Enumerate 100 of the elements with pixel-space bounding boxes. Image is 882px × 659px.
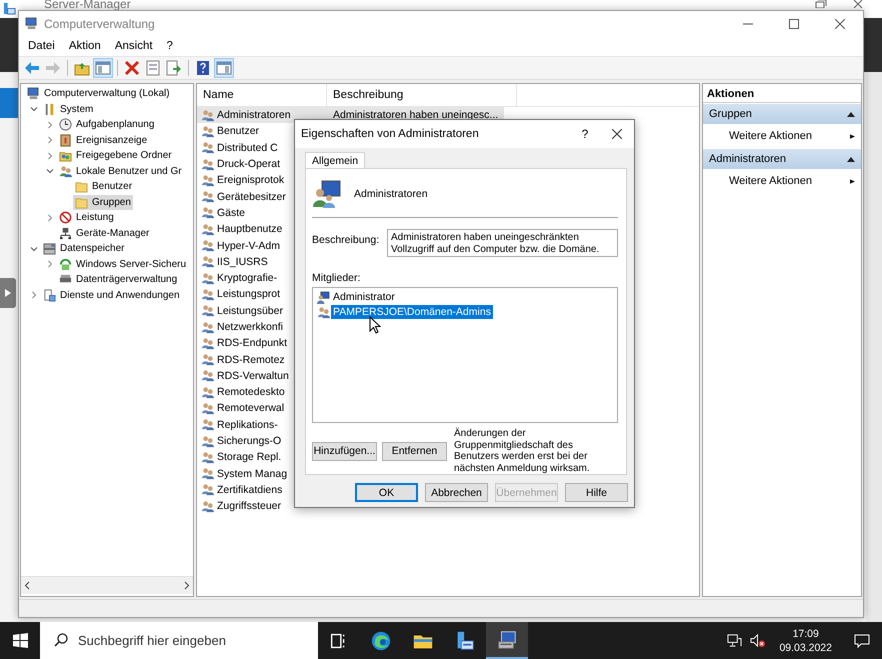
members-list[interactable]: Administrator PAMPERSJOE\Domänen-Admins bbox=[312, 286, 618, 423]
list-item[interactable]: Gäste bbox=[197, 204, 327, 221]
users-icon bbox=[201, 434, 214, 448]
users-icon bbox=[201, 320, 214, 334]
users-icon bbox=[201, 369, 214, 382]
scroll-left-icon[interactable] bbox=[24, 581, 31, 590]
description-label: Beschreibung: bbox=[312, 232, 379, 246]
action-item[interactable]: Weitere Aktionen bbox=[703, 169, 861, 193]
member-button[interactable]: Entfernen bbox=[382, 442, 447, 460]
clock-date[interactable]: 09.03.2022 bbox=[779, 640, 832, 654]
users-icon bbox=[201, 353, 214, 366]
collapse-tab[interactable] bbox=[0, 278, 16, 308]
tree-item[interactable]: Lokale Benutzer und Gr bbox=[57, 164, 184, 179]
tree-item[interactable]: Windows Server-Sicheru bbox=[57, 256, 188, 272]
computer-icon bbox=[27, 87, 40, 100]
dialog-button[interactable]: OK bbox=[355, 483, 418, 502]
maximize-icon bbox=[789, 18, 799, 28]
list-item[interactable]: System Manag bbox=[197, 466, 327, 482]
sidebar-tile[interactable] bbox=[0, 88, 18, 118]
tree-item[interactable]: Dienste und Anwendungen bbox=[41, 288, 182, 303]
tree-item[interactable]: Leistung bbox=[57, 210, 116, 226]
chevron-right-icon[interactable] bbox=[46, 214, 54, 222]
menu-item[interactable]: Ansicht bbox=[108, 38, 160, 54]
chevron-right-icon[interactable] bbox=[46, 260, 54, 268]
menu-item[interactable]: Aktion bbox=[62, 38, 108, 54]
column-header[interactable]: Beschreibung bbox=[327, 84, 517, 106]
chevron-down-icon[interactable] bbox=[46, 167, 54, 176]
tree-item[interactable]: Aufgabenplanung bbox=[57, 117, 156, 132]
help-button[interactable]: ? bbox=[570, 127, 600, 141]
users-icon bbox=[201, 336, 214, 350]
search-field[interactable]: Suchbegriff hier eingeben bbox=[40, 622, 318, 659]
chevron-right-icon[interactable] bbox=[46, 152, 54, 160]
tree-item[interactable]: Computerverwaltung (Lokal) bbox=[25, 86, 172, 102]
menu-item[interactable]: ? bbox=[160, 38, 180, 54]
collapse-icon[interactable] bbox=[847, 156, 855, 162]
clock-time[interactable]: 17:09 bbox=[792, 626, 819, 640]
folder-icon bbox=[75, 196, 88, 209]
users-icon bbox=[201, 158, 214, 171]
toolbar-button[interactable] bbox=[164, 58, 184, 78]
tree-item[interactable]: Datenträgerverwaltung bbox=[57, 272, 180, 288]
dialog-button[interactable]: Hilfe bbox=[565, 483, 628, 502]
back-arrow-icon bbox=[24, 60, 40, 76]
notification-icon[interactable] bbox=[854, 632, 870, 648]
list-item[interactable]: Gerätebesitzer bbox=[197, 188, 327, 205]
network-icon[interactable] bbox=[727, 633, 742, 648]
list-item[interactable]: Administratoren bbox=[197, 107, 327, 124]
storage-icon bbox=[43, 242, 56, 256]
taskbar-app[interactable] bbox=[486, 622, 528, 659]
chevron-down-icon[interactable] bbox=[30, 244, 38, 253]
tree-item[interactable]: Geräte-Manager bbox=[57, 226, 152, 241]
tree-item[interactable]: Gruppen bbox=[73, 194, 133, 210]
users-icon bbox=[201, 467, 214, 480]
toolbar-button[interactable] bbox=[93, 58, 113, 78]
tree-item[interactable]: Freigegebene Ordner bbox=[57, 148, 174, 164]
section-header[interactable]: Gruppen bbox=[703, 104, 861, 124]
close-icon bbox=[612, 129, 622, 139]
horizontal-scrollbar[interactable] bbox=[21, 576, 193, 594]
member-button[interactable]: Hinzufügen... bbox=[312, 442, 377, 460]
scrollbar[interactable] bbox=[866, 72, 882, 622]
chevron-right-icon[interactable] bbox=[46, 136, 54, 144]
action-item[interactable]: Weitere Aktionen bbox=[703, 124, 861, 148]
close-icon[interactable] bbox=[853, 0, 865, 8]
list-item[interactable]: Ereignisprotok bbox=[197, 172, 327, 188]
chevron-right-icon[interactable] bbox=[30, 291, 38, 300]
collapse-icon[interactable] bbox=[847, 110, 855, 118]
chevron-down-icon[interactable] bbox=[30, 105, 38, 114]
folder-up-icon bbox=[74, 60, 90, 76]
column-header[interactable]: Name bbox=[197, 84, 327, 106]
tree-item[interactable]: System bbox=[41, 102, 96, 117]
description-field[interactable]: Administratoren haben uneingeschränkten Vollzugriff auf den Computer bzw. die Domäne. bbox=[387, 228, 618, 257]
no-entry-icon bbox=[59, 211, 72, 224]
menu-item[interactable]: Datei bbox=[21, 38, 62, 54]
users-icon bbox=[201, 108, 214, 122]
volume-muted-icon[interactable] bbox=[750, 633, 766, 648]
submenu-arrow-icon bbox=[850, 176, 855, 186]
list-item[interactable]: Zugriffssteuer bbox=[197, 498, 327, 514]
tree-item[interactable]: Ereignisanzeige bbox=[57, 132, 150, 148]
chevron-right-icon[interactable] bbox=[46, 120, 54, 129]
users-icon bbox=[201, 450, 214, 464]
user-computer-icon bbox=[317, 290, 330, 304]
list-item[interactable]: Zertifikatdiens bbox=[197, 482, 327, 498]
section-header[interactable]: Administratoren bbox=[703, 149, 861, 169]
tab[interactable]: Allgemein bbox=[305, 152, 366, 168]
member-item[interactable]: PAMPERSJOE\Domänen-Admins bbox=[331, 305, 493, 320]
tree-item[interactable]: Benutzer bbox=[73, 179, 134, 194]
backup-icon bbox=[59, 258, 72, 271]
users-icon bbox=[201, 239, 214, 252]
member-item[interactable]: Administrator bbox=[331, 290, 397, 304]
tree-item[interactable]: Datenspeicher bbox=[41, 241, 126, 256]
pane-toggle-icon bbox=[95, 60, 111, 76]
users-icon bbox=[201, 483, 214, 496]
computer-icon bbox=[25, 17, 38, 30]
users-icon bbox=[201, 272, 214, 285]
toolbar-button[interactable] bbox=[214, 58, 234, 78]
list-item[interactable]: IIS_IUSRS bbox=[197, 254, 327, 270]
restore-icon[interactable] bbox=[815, 0, 827, 8]
forward-arrow-icon bbox=[45, 60, 61, 76]
dialog-button[interactable]: Abbrechen bbox=[425, 483, 488, 502]
toolbar-button[interactable] bbox=[122, 58, 142, 78]
scroll-right-icon[interactable] bbox=[183, 581, 190, 590]
